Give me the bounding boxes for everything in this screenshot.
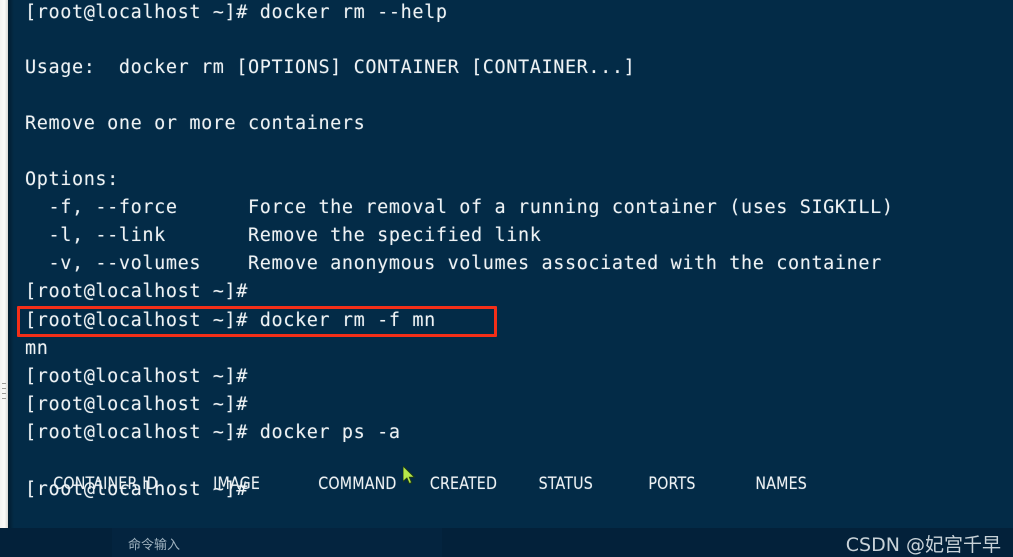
terminal-line-description: Remove one or more containers (25, 113, 366, 134)
ps-column-created: CREATED (429, 474, 498, 494)
terminal-line-docker-rm-help: [root@localhost ~]# docker rm --help (25, 2, 448, 23)
mouse-pointer-icon (403, 466, 416, 485)
terminal-line-usage: Usage: docker rm [OPTIONS] CONTAINER [CO… (25, 57, 636, 78)
terminal-line-prompt-4: [root@localhost ~]# (25, 479, 249, 500)
highlight-box-rm-command (17, 306, 497, 337)
terminal-output[interactable]: [root@localhost ~]# docker rm --help Usa… (0, 0, 1013, 528)
terminal-line-options-title: Options: (25, 169, 119, 190)
ps-column-ports: PORTS (648, 474, 696, 494)
terminal-line-docker-ps-a: [root@localhost ~]# docker ps -a (25, 422, 401, 443)
terminal-line-option-volumes: -v, --volumes Remove anonymous volumes a… (25, 253, 882, 274)
terminal-line-prompt-3: [root@localhost ~]# (25, 394, 249, 415)
command-input-label: 命令输入 (128, 538, 181, 553)
ps-column-status: STATUS (538, 474, 593, 494)
watermark-label: CSDN @妃宫千早 (845, 534, 1001, 556)
terminal-window: [root@localhost ~]# docker rm --help Usa… (0, 0, 1013, 557)
ps-column-names: NAMES (755, 474, 807, 494)
terminal-line-option-force: -f, --force Force the removal of a runni… (25, 197, 894, 218)
terminal-line-prompt-2: [root@localhost ~]# (25, 366, 249, 387)
terminal-line-option-link: -l, --link Remove the specified link (25, 225, 542, 246)
terminal-line-output-mn: mn (25, 338, 49, 359)
terminal-line-prompt-1: [root@localhost ~]# (25, 281, 249, 302)
